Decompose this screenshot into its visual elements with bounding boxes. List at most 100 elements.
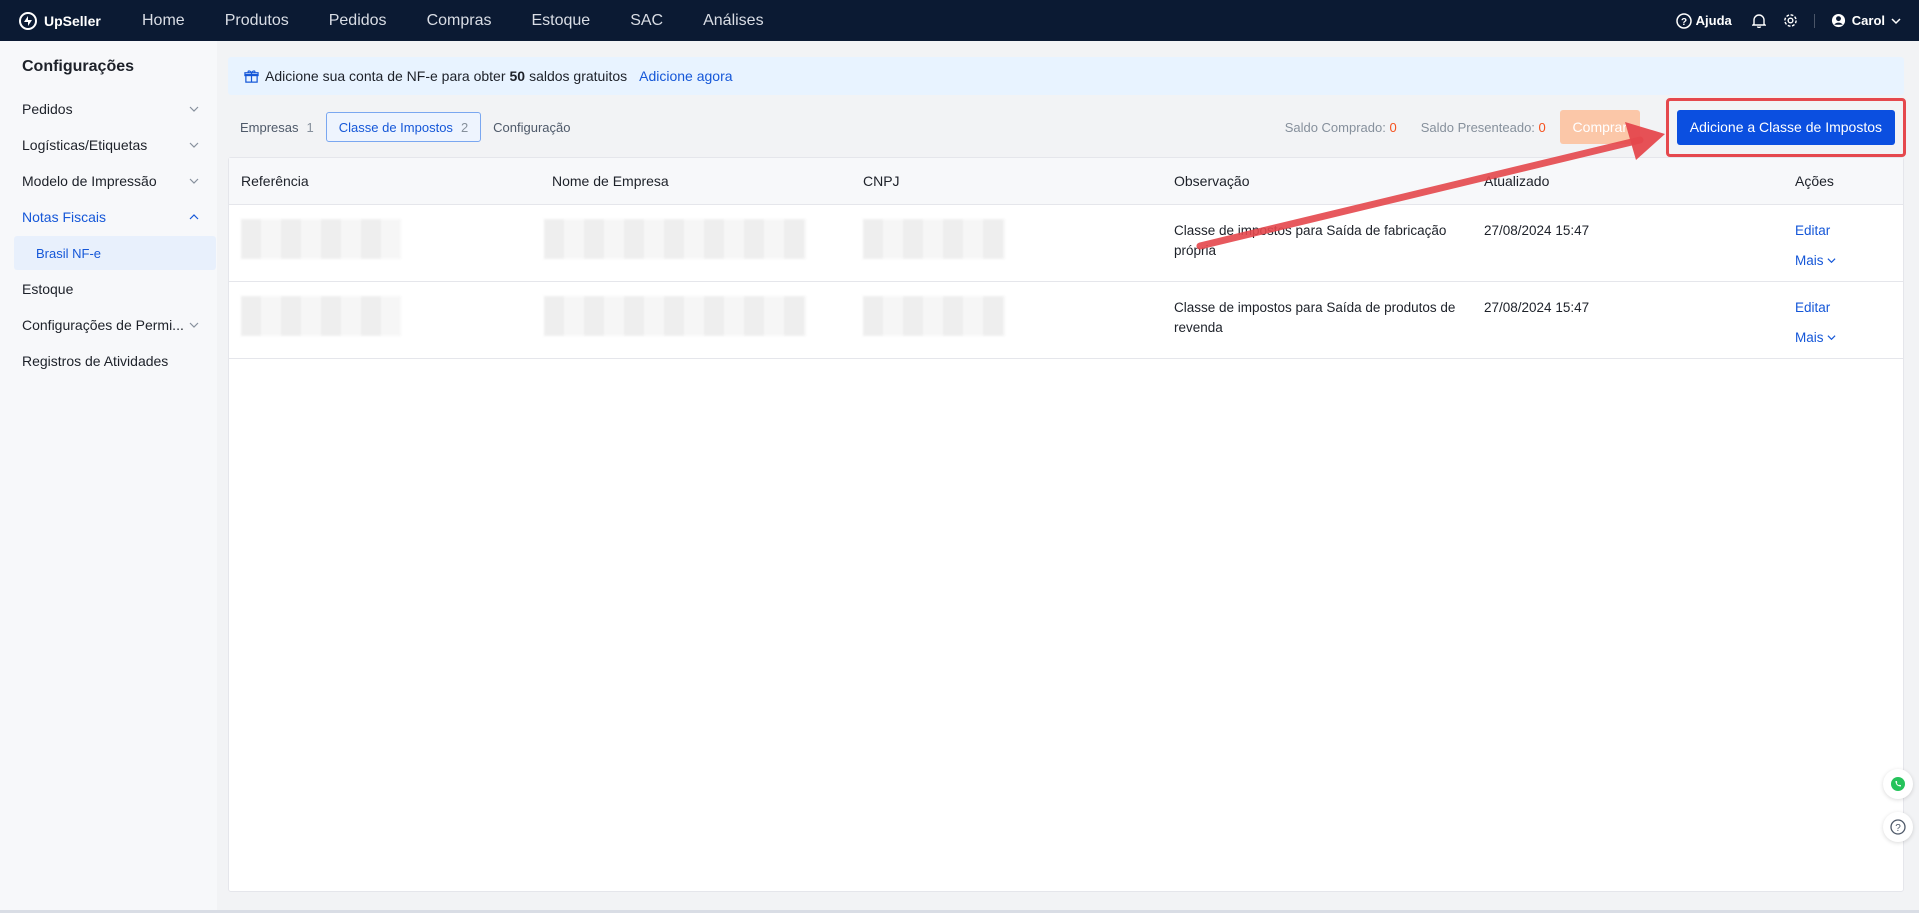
table-header: Referência Nome de Empresa CNPJ Observaç… — [229, 158, 1903, 205]
sidebar-item-estoque[interactable]: Estoque — [0, 271, 217, 307]
cell-atualizado: 27/08/2024 15:47 — [1484, 223, 1590, 238]
nav-estoque[interactable]: Estoque — [531, 12, 590, 30]
cell-referencia — [229, 282, 540, 358]
add-tax-class-button[interactable]: Adicione a Classe de Impostos — [1676, 109, 1895, 145]
more-label: Mais — [1795, 253, 1824, 268]
sidebar-item-label: Registros de Atividades — [22, 353, 169, 369]
brand-name: UpSeller — [44, 12, 101, 29]
redacted-block — [863, 296, 1005, 336]
sidebar-item-label: Modelo de Impressão — [22, 173, 157, 189]
chevron-down-icon — [189, 142, 199, 148]
tab-count: 2 — [460, 119, 469, 135]
col-acoes: Ações — [1795, 173, 1834, 189]
chevron-down-icon — [189, 178, 199, 184]
chevron-down-icon — [1827, 258, 1836, 264]
sidebar-item-label: Configurações de Permi... — [22, 317, 184, 333]
cell-nome-empresa — [540, 205, 851, 281]
redacted-block — [544, 219, 806, 259]
chevron-down-icon — [189, 322, 199, 328]
saldo-presenteado-label: Saldo Presenteado: — [1420, 119, 1535, 135]
col-atualizado: Atualizado — [1484, 173, 1550, 189]
chevron-up-icon — [189, 214, 199, 220]
redacted-block — [544, 296, 806, 336]
sidebar-item-permissoes[interactable]: Configurações de Permi... — [0, 307, 217, 343]
banner-text: Adicione sua conta de NF-e para obter — [265, 68, 506, 84]
cell-acoes: Editar Mais — [1783, 205, 1903, 281]
edit-link[interactable]: Editar — [1795, 298, 1903, 318]
col-nome-empresa: Nome de Empresa — [552, 173, 669, 189]
divider — [1813, 13, 1815, 28]
comprar-button[interactable]: Comprar — [1559, 110, 1640, 144]
cell-cnpj — [851, 205, 1162, 281]
tab-configuracao[interactable]: Configuração — [481, 112, 582, 142]
question-icon: ? — [1890, 819, 1906, 835]
tab-label: Classe de Impostos — [338, 119, 453, 135]
table-row: Classe de impostos para Saída de fabrica… — [229, 205, 1903, 282]
add-button-highlight: Adicione a Classe de Impostos — [1665, 97, 1906, 157]
banner-highlight: 50 — [509, 68, 526, 84]
settings-sidebar: Configurações Pedidos Logísticas/Etiquet… — [0, 41, 217, 913]
sidebar-item-brasil-nfe[interactable]: Brasil NF-e — [14, 236, 216, 270]
whatsapp-button[interactable] — [1883, 769, 1913, 799]
saldo-comprado-label: Saldo Comprado: — [1284, 119, 1386, 135]
tab-count: 1 — [306, 119, 314, 135]
help-label: Ajuda — [1695, 13, 1732, 28]
table-row: Classe de impostos para Saída de produto… — [229, 282, 1903, 359]
redacted-block — [241, 219, 401, 259]
banner-text-2: saldos gratuitos — [529, 68, 628, 84]
banner-add-link[interactable]: Adicione agora — [639, 68, 732, 84]
cell-acoes: Editar Mais — [1783, 282, 1903, 358]
user-name: Carol — [1851, 13, 1885, 28]
sidebar-item-label: Estoque — [22, 281, 74, 297]
sidebar-title: Configurações — [22, 58, 135, 75]
more-dropdown[interactable]: Mais — [1795, 328, 1903, 348]
nav-analises[interactable]: Análises — [703, 12, 763, 30]
col-cnpj: CNPJ — [863, 173, 900, 189]
sidebar-item-label: Logísticas/Etiquetas — [22, 137, 148, 153]
sidebar-item-logisticas[interactable]: Logísticas/Etiquetas — [0, 127, 217, 163]
cell-observacao: Classe de impostos para Saída de produto… — [1174, 300, 1456, 335]
chevron-down-icon — [1891, 17, 1901, 24]
saldo-comprado: Saldo Comprado: 0 — [1285, 120, 1397, 135]
tab-empresas[interactable]: Empresas 1 — [228, 112, 326, 142]
cell-referencia — [229, 205, 540, 281]
nav-sac[interactable]: SAC — [630, 12, 663, 30]
gear-icon[interactable] — [1782, 12, 1800, 30]
tax-class-table: Referência Nome de Empresa CNPJ Observaç… — [228, 157, 1904, 892]
tabs-row: Empresas 1 Classe de Impostos 2 Configuraç… — [228, 97, 1906, 157]
brand-logo[interactable]: UpSeller — [18, 11, 118, 31]
user-menu[interactable]: Carol — [1831, 13, 1901, 28]
sidebar-item-pedidos[interactable]: Pedidos — [0, 91, 217, 127]
chevron-down-icon — [1827, 335, 1836, 341]
svg-text:?: ? — [1895, 823, 1901, 834]
logo-icon — [19, 11, 37, 30]
tab-classe-impostos[interactable]: Classe de Impostos 2 — [325, 112, 482, 142]
nav-compras[interactable]: Compras — [427, 12, 492, 30]
col-referencia: Referência — [241, 173, 309, 189]
top-right-tools: ? Ajuda Carol — [1675, 12, 1901, 30]
svg-text:?: ? — [1681, 17, 1687, 28]
help-button[interactable]: ? Ajuda — [1675, 12, 1732, 29]
bell-icon[interactable] — [1750, 12, 1768, 30]
cell-observacao: Classe de impostos para Saída de fabrica… — [1174, 223, 1447, 258]
gift-icon — [244, 69, 259, 83]
sidebar-item-registros[interactable]: Registros de Atividades — [0, 343, 217, 379]
saldo-presenteado-value: 0 — [1538, 119, 1546, 135]
saldo-comprado-value: 0 — [1389, 119, 1397, 135]
nav-pedidos[interactable]: Pedidos — [329, 12, 387, 30]
more-dropdown[interactable]: Mais — [1795, 251, 1903, 271]
tab-label: Empresas — [240, 119, 299, 135]
col-observacao: Observação — [1174, 173, 1250, 189]
cell-cnpj — [851, 282, 1162, 358]
edit-link[interactable]: Editar — [1795, 221, 1903, 241]
nav-home[interactable]: Home — [142, 12, 185, 30]
cell-atualizado: 27/08/2024 15:47 — [1484, 300, 1590, 315]
help-icon: ? — [1675, 12, 1692, 29]
sidebar-item-modelo-impressao[interactable]: Modelo de Impressão — [0, 163, 217, 199]
question-button[interactable]: ? — [1883, 812, 1913, 842]
redacted-block — [863, 219, 1005, 259]
chevron-down-icon — [189, 106, 199, 112]
nav-produtos[interactable]: Produtos — [225, 12, 289, 30]
user-icon — [1831, 13, 1845, 28]
sidebar-item-notas-fiscais[interactable]: Notas Fiscais — [0, 199, 217, 235]
